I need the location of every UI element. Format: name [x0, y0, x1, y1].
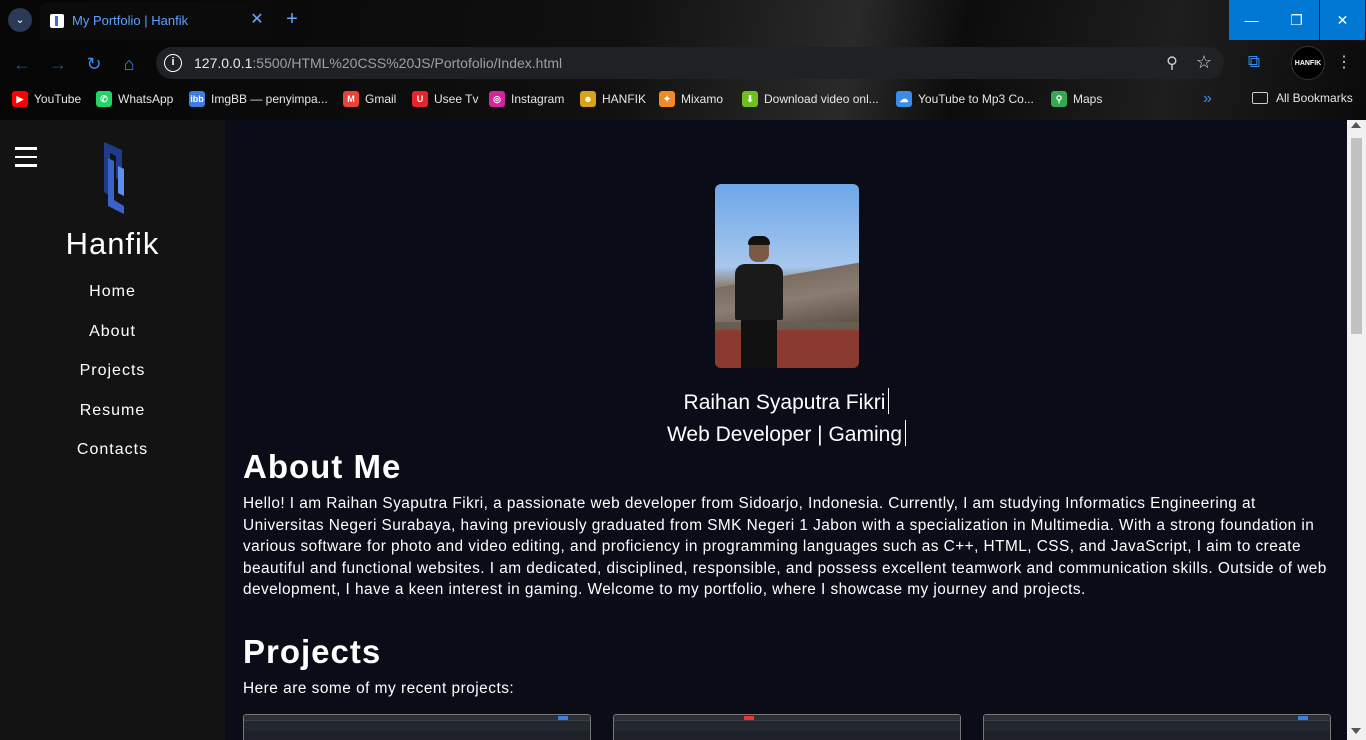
bookmark-item[interactable]: ibb ImgBB — penyimpa...	[189, 91, 328, 107]
bookmark-item[interactable]: ☻ HANFIK	[580, 91, 646, 107]
main-content: Raihan Syaputra Fikri Web Developer | Ga…	[243, 120, 1333, 740]
new-tab-button[interactable]: +	[282, 9, 302, 29]
bookmark-item[interactable]: ▶ YouTube	[12, 91, 81, 107]
bookmark-item[interactable]: ⚲ Maps	[1051, 91, 1102, 107]
projects-intro: Here are some of my recent projects:	[243, 680, 515, 697]
bookmark-item[interactable]: ✦ Mixamo	[659, 91, 723, 107]
all-bookmarks-button[interactable]: All Bookmarks	[1252, 91, 1353, 105]
about-heading: About Me	[243, 448, 402, 485]
bookmark-item[interactable]: ⬇ Download video onl...	[742, 91, 879, 107]
bookmark-label: Mixamo	[681, 92, 724, 106]
close-tab-icon[interactable]: ✕	[248, 11, 266, 29]
useetv-icon: U	[412, 91, 428, 107]
extensions-icon[interactable]: ⧉	[1244, 52, 1264, 72]
browser-chrome: ⌄ My Portfolio | Hanfik ✕ + — ❐ ✕ ← → ↻ …	[0, 0, 1366, 120]
tab-title: My Portfolio | Hanfik	[72, 13, 189, 28]
bookmark-label: Download video onl...	[764, 92, 879, 106]
projects-heading: Projects	[243, 633, 382, 670]
tab-search-icon[interactable]: ⌄	[8, 8, 32, 32]
project-card[interactable]	[613, 714, 961, 740]
hero-role: Web Developer | Gaming	[243, 420, 1330, 447]
profile-photo	[715, 184, 859, 368]
browser-toolbar: ← → ↻ ⌂ i 127.0.0.1:5500/HTML%20CSS%20JS…	[0, 42, 1366, 84]
project-card[interactable]	[243, 714, 591, 740]
gmail-icon: M	[343, 91, 359, 107]
imgbb-icon: ibb	[189, 91, 205, 107]
bookmark-item[interactable]: ◎ Instagram	[489, 91, 564, 107]
bookmark-label: Instagram	[511, 92, 565, 106]
brand-name: Hanfik	[65, 226, 160, 261]
address-bar[interactable]: i 127.0.0.1:5500/HTML%20CSS%20JS/Portofo…	[156, 47, 1224, 79]
back-icon[interactable]: ←	[11, 53, 33, 75]
download-icon: ⬇	[742, 91, 758, 107]
bookmark-label: Maps	[1073, 92, 1103, 106]
hero-name: Raihan Syaputra Fikri	[243, 388, 1330, 415]
reload-icon[interactable]: ↻	[83, 53, 105, 75]
hanfik-icon: ☻	[580, 91, 596, 107]
instagram-icon: ◎	[489, 91, 505, 107]
typing-caret	[888, 388, 890, 414]
scroll-down-icon[interactable]	[1351, 728, 1361, 734]
profile-avatar[interactable]: HANFIK	[1291, 46, 1325, 80]
bookmark-label: HANFIK	[602, 92, 647, 106]
bookmark-label: ImgBB — penyimpa...	[211, 92, 328, 106]
whatsapp-icon: ✆	[96, 91, 112, 107]
bookmarks-bar: ▶ YouTube ✆ WhatsApp ibb ImgBB — penyimpa... M…	[0, 88, 1366, 112]
logo-icon	[104, 142, 124, 214]
bookmark-label: Gmail	[365, 92, 397, 106]
url-host: 127.0.0.1	[194, 55, 253, 71]
scroll-thumb[interactable]	[1351, 138, 1362, 334]
bookmark-label: YouTube	[34, 92, 82, 106]
browser-menu-icon[interactable]: ⋮	[1336, 52, 1352, 72]
all-bookmarks-label: All Bookmarks	[1276, 91, 1353, 105]
favicon-icon	[50, 14, 64, 28]
bookmark-item[interactable]: U Usee Tv	[412, 91, 478, 107]
nav-projects[interactable]: Projects	[0, 359, 225, 399]
maximize-button[interactable]: ❐	[1274, 0, 1319, 40]
minimize-button[interactable]: —	[1229, 0, 1274, 40]
nav-about[interactable]: About	[0, 320, 225, 360]
project-card[interactable]	[983, 714, 1331, 740]
bookmark-item[interactable]: ✆ WhatsApp	[96, 91, 173, 107]
bookmark-item[interactable]: ☁ YouTube to Mp3 Co...	[896, 91, 1034, 107]
hamburger-menu-icon[interactable]	[15, 147, 37, 167]
mixamo-icon: ✦	[659, 91, 675, 107]
site-info-icon[interactable]: i	[164, 54, 182, 72]
home-icon[interactable]: ⌂	[118, 53, 140, 75]
page-viewport: Hanfik Home About Projects Resume Contac…	[0, 120, 1366, 740]
tab-portfolio[interactable]: My Portfolio | Hanfik ✕	[40, 2, 272, 40]
nav-resume[interactable]: Resume	[0, 399, 225, 439]
tab-bar: ⌄ My Portfolio | Hanfik ✕ + — ❐ ✕	[0, 0, 1366, 40]
nav-contacts[interactable]: Contacts	[0, 438, 225, 478]
typing-caret	[905, 420, 906, 446]
bookmark-label: Usee Tv	[434, 92, 479, 106]
forward-icon[interactable]: →	[47, 53, 69, 75]
bookmark-star-icon[interactable]: ☆	[1194, 52, 1214, 72]
bookmark-item[interactable]: M Gmail	[343, 91, 396, 107]
page-scrollbar[interactable]	[1347, 120, 1366, 740]
nav-home[interactable]: Home	[0, 280, 225, 320]
scroll-up-icon[interactable]	[1351, 122, 1361, 128]
close-window-button[interactable]: ✕	[1320, 0, 1365, 40]
sidebar: Hanfik Home About Projects Resume Contac…	[0, 120, 225, 740]
bookmark-label: WhatsApp	[118, 92, 174, 106]
folder-icon	[1252, 92, 1268, 104]
maps-icon: ⚲	[1051, 91, 1067, 107]
more-bookmarks-icon[interactable]: »	[1203, 90, 1212, 108]
url-path: :5500/HTML%20CSS%20JS/Portofolio/Index.h…	[252, 55, 563, 71]
youtube-icon: ▶	[12, 91, 28, 107]
about-text: Hello! I am Raihan Syaputra Fikri, a pas…	[243, 495, 1327, 599]
bookmark-label: YouTube to Mp3 Co...	[918, 92, 1034, 106]
cloud-download-icon: ☁	[896, 91, 912, 107]
zoom-icon[interactable]: ⚲	[1162, 53, 1182, 73]
sidebar-nav: Home About Projects Resume Contacts	[0, 280, 225, 478]
url-text[interactable]: 127.0.0.1:5500/HTML%20CSS%20JS/Portofoli…	[194, 55, 562, 71]
